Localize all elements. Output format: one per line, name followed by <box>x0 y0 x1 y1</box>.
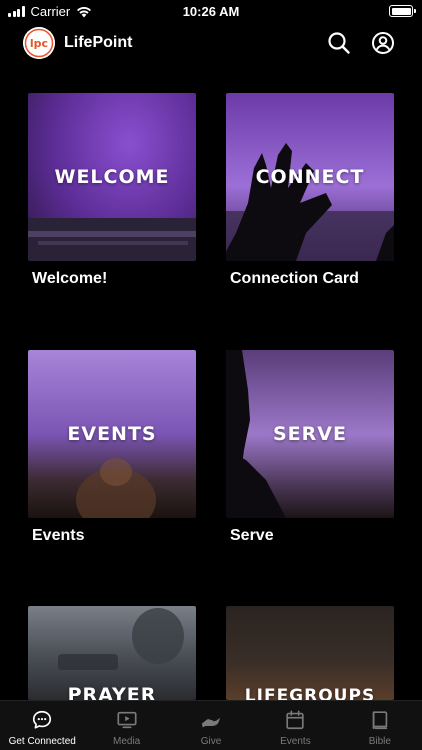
tile-image: WELCOME <box>28 93 196 261</box>
tab-give[interactable]: Give <box>169 701 253 750</box>
svg-text:lpc: lpc <box>30 37 48 50</box>
tab-label: Get Connected <box>8 736 76 747</box>
tab-bible[interactable]: Bible <box>338 701 422 750</box>
tab-label: Give <box>200 736 222 747</box>
tile-connect[interactable]: CONNECT Connection Card <box>226 93 394 288</box>
tile-prayer[interactable]: PRAYER <box>28 606 196 700</box>
tile-events[interactable]: EVENTS Events <box>28 350 196 545</box>
battery-icon <box>389 5 416 17</box>
tile-image: LIFEGROUPS <box>226 606 394 700</box>
tab-bar: Get Connected Media Give Events Bible <box>0 700 422 750</box>
tab-get-connected[interactable]: Get Connected <box>0 701 84 750</box>
status-bar: Carrier 10:26 AM <box>0 0 422 24</box>
calendar-icon <box>286 710 305 730</box>
tile-prayer-title: PRAYER <box>67 684 157 700</box>
tile-welcome[interactable]: WELCOME Welcome! <box>28 93 196 288</box>
tab-events[interactable]: Events <box>253 701 337 750</box>
status-time: 10:26 AM <box>182 4 240 19</box>
app-header: lpc LifePoint <box>0 26 422 62</box>
tile-lifegroups[interactable]: LIFEGROUPS <box>226 606 394 700</box>
tile-connect-caption: Connection Card <box>230 270 359 287</box>
giving-hand-icon <box>201 717 221 728</box>
search-button[interactable] <box>327 31 351 55</box>
tile-welcome-title: WELCOME <box>54 166 170 188</box>
tile-image: EVENTS <box>28 350 196 518</box>
tile-image: PRAYER <box>28 606 196 700</box>
tile-connect-title: CONNECT <box>255 166 365 188</box>
tile-serve-caption: Serve <box>230 527 274 544</box>
play-screen-icon <box>117 711 137 729</box>
search-icon <box>328 32 350 54</box>
tile-events-caption: Events <box>32 527 85 544</box>
tile-serve[interactable]: SERVE Serve <box>226 350 394 545</box>
tab-label: Events <box>280 736 311 747</box>
tile-events-title: EVENTS <box>67 423 157 445</box>
account-button[interactable] <box>371 31 395 55</box>
chat-bubble-icon <box>33 710 52 729</box>
tile-image: CONNECT <box>226 93 394 261</box>
tab-label: Media <box>112 736 141 747</box>
tile-image: SERVE <box>226 350 394 518</box>
tile-lifegroups-title: LIFEGROUPS <box>244 686 376 700</box>
tab-label: Bible <box>368 736 391 747</box>
tile-welcome-caption: Welcome! <box>32 270 108 287</box>
lifepoint-logo: lpc <box>23 27 55 59</box>
book-icon <box>372 711 388 730</box>
account-icon <box>372 32 394 54</box>
tab-media[interactable]: Media <box>84 701 168 750</box>
tile-serve-title: SERVE <box>273 423 347 445</box>
app-title: LifePoint <box>64 34 133 51</box>
